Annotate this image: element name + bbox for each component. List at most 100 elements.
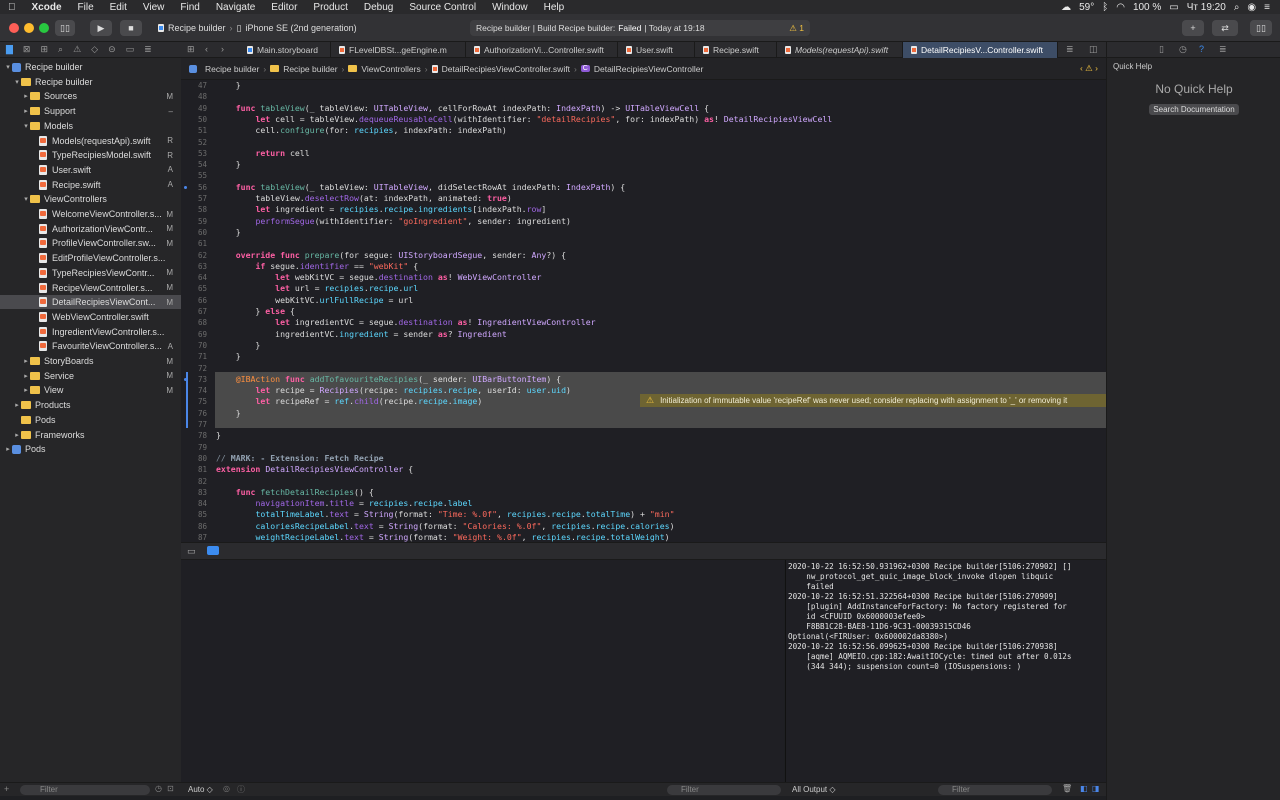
code-line[interactable]: @IBAction func addTofavouriteRecipies(_ … [216,374,561,385]
code-line[interactable]: } [216,340,260,351]
split-editor-icon[interactable]: ◫ [1089,44,1098,55]
code-line[interactable]: let recipe = Recipies(recipe: recipies.r… [216,385,571,396]
menu-edit[interactable]: Edit [102,2,135,13]
code-line[interactable]: performSegue(withIdentifier: "goIngredie… [216,216,571,227]
source-editor[interactable]: 47 } 48 49 func tableView(_ tableView: UIT… [181,80,1106,542]
menu-editor[interactable]: Editor [263,2,305,13]
weather-icon[interactable]: ☁ [1061,2,1071,13]
navigator-file[interactable]: FavouriteViewController.s... A [0,339,181,353]
code-line[interactable]: let recipeRef = ref.child(recipe.recipe.… [216,396,482,407]
editor-tab[interactable]: FLevelDBSt...geEngine.m [331,42,466,58]
crumb-project[interactable]: Recipe builder [205,64,259,74]
navigator-file[interactable]: Recipe.swift A [0,178,181,192]
navigator-group[interactable]: ▸ Products [0,398,181,412]
split-right-icon[interactable]: ◨ [1092,784,1100,793]
code-line[interactable]: return cell [216,148,309,159]
navigator-group[interactable]: ▸ Pods [0,442,181,456]
menu-source-control[interactable]: Source Control [401,2,484,13]
disclosure-icon[interactable]: ▾ [13,78,21,86]
bluetooth-icon[interactable]: ᛒ [1102,2,1108,13]
related-items-icon[interactable]: ⊞ [187,44,195,55]
navigator-group[interactable]: ▾ Recipe builder [0,75,181,89]
console-output[interactable]: 2020-10-22 16:52:50.931962+0300 Recipe b… [785,560,1106,782]
editor-tab[interactable]: User.swift [618,42,695,58]
menu-debug[interactable]: Debug [356,2,401,13]
variables-filter-input[interactable]: Filter [667,785,781,795]
breakpoints-toggle-icon[interactable] [207,546,219,555]
disclosure-icon[interactable]: ▸ [22,107,30,115]
folder-icon[interactable]: ▇ [6,44,13,55]
code-line[interactable]: let ingredientVC = segue.destination as!… [216,317,595,328]
navigator-filter-input[interactable]: Filter [20,785,150,795]
code-line[interactable]: tableView.deselectRow(at: indexPath, ani… [216,193,511,204]
report-icon[interactable]: ≣ [144,44,152,55]
device-name[interactable]: iPhone SE (2nd generation) [246,23,357,33]
attributes-icon[interactable]: ≣ [1219,44,1227,55]
disclosure-icon[interactable]: ▾ [4,63,12,71]
close-window-button[interactable] [9,23,19,33]
editor-tab[interactable]: Recipe.swift [695,42,777,58]
code-line[interactable]: cell.configure(for: recipies, indexPath:… [216,125,506,136]
editor-tab[interactable]: Models(requestApi).swift [777,42,903,58]
test-icon[interactable]: ◇ [91,44,98,55]
toggle-navigator-button[interactable]: ▯▯ [55,20,75,36]
navigator-group[interactable]: ▾ Recipe builder [0,60,181,74]
add-icon[interactable]: + [4,784,9,794]
crumb-symbol[interactable]: DetailRecipiesViewController [594,64,703,74]
zoom-window-button[interactable] [39,23,49,33]
scheme-selector[interactable]: Recipe builder › ▯ iPhone SE (2nd genera… [158,20,357,36]
editor-tab[interactable]: Main.storyboard [239,42,331,58]
file-inspector-icon[interactable]: ▯ [1159,44,1164,55]
recent-icon[interactable]: ◷ [155,784,162,793]
disclosure-icon[interactable]: ▸ [22,372,30,380]
code-line[interactable]: let ingredient = recipies.recipe.ingredi… [216,204,546,215]
navigator-file[interactable]: DetailRecipiesViewCont... M [0,295,181,310]
warning-annotation[interactable]: ⚠ Initialization of immutable value 'rec… [640,394,1106,407]
menu-file[interactable]: File [70,2,102,13]
code-line[interactable]: caloriesRecipeLabel.text = String(format… [216,521,674,532]
code-line[interactable]: totalTimeLabel.text = String(format: "Ti… [216,509,674,520]
code-line[interactable]: func tableView(_ tableView: UITableView,… [216,103,709,114]
navigator-group[interactable]: ▾ ViewControllers [0,192,181,206]
issue-nav-icons[interactable]: ‹ ⚠ › [1080,63,1098,74]
menu-help[interactable]: Help [536,2,573,13]
code-line[interactable]: } [216,159,241,170]
menu-navigate[interactable]: Navigate [208,2,263,13]
battery-level[interactable]: 100 % [1133,2,1161,13]
editor-tab[interactable]: AuthorizationVi...Controller.swift [466,42,618,58]
help-icon[interactable]: ? [1199,44,1204,54]
debug-icon[interactable]: ⊝ [108,44,116,55]
code-line[interactable]: weightRecipeLabel.text = String(format: … [216,532,669,542]
navigator-file[interactable]: Models(requestApi).swift R [0,134,181,148]
navigator-file[interactable]: IngredientViewController.s... [0,325,181,339]
toggle-inspector-button[interactable]: ▯▯ [1250,20,1272,36]
code-line[interactable]: } [216,227,241,238]
wifi-icon[interactable]: ◠ [1116,2,1125,13]
stop-button[interactable]: ■ [120,20,142,36]
menu-product[interactable]: Product [305,2,355,13]
navigator-group[interactable]: ▸ View M [0,383,181,397]
split-left-icon[interactable]: ◧ [1080,784,1088,793]
editor-options-icon[interactable]: ≣ [1066,44,1074,55]
info-icon[interactable]: ⓘ [237,784,245,795]
history-icon[interactable]: ◷ [1179,44,1187,55]
temperature[interactable]: 59° [1079,2,1094,13]
disclosure-icon[interactable]: ▸ [13,431,21,439]
navigator-group[interactable]: Pods [0,413,181,427]
crumb-folder[interactable]: ViewControllers [361,64,420,74]
code-review-button[interactable]: ⇄ [1212,20,1238,36]
navigator-file[interactable]: WelcomeViewController.s... M [0,207,181,221]
code-line[interactable]: extension DetailRecipiesViewController { [216,464,413,475]
editor-tab[interactable]: DetailRecipiesV...Controller.swift [903,42,1058,58]
navigator-file[interactable]: TypeRecipiesViewContr... M [0,266,181,280]
navigator-group[interactable]: ▸ Support – [0,104,181,118]
hierarchy-icon[interactable]: ⊞ [40,44,48,55]
trash-icon[interactable]: 🗑 [1062,784,1072,793]
crumb-group[interactable]: Recipe builder [283,64,337,74]
navigator-group[interactable]: ▸ Service M [0,369,181,383]
code-line[interactable]: webKitVC.urlFullRecipe = url [216,295,413,306]
navigator-group[interactable]: ▾ Models [0,119,181,133]
battery-icon[interactable]: ▭ [1169,2,1178,13]
code-line[interactable]: } [216,430,221,441]
variables-view[interactable] [181,560,784,782]
